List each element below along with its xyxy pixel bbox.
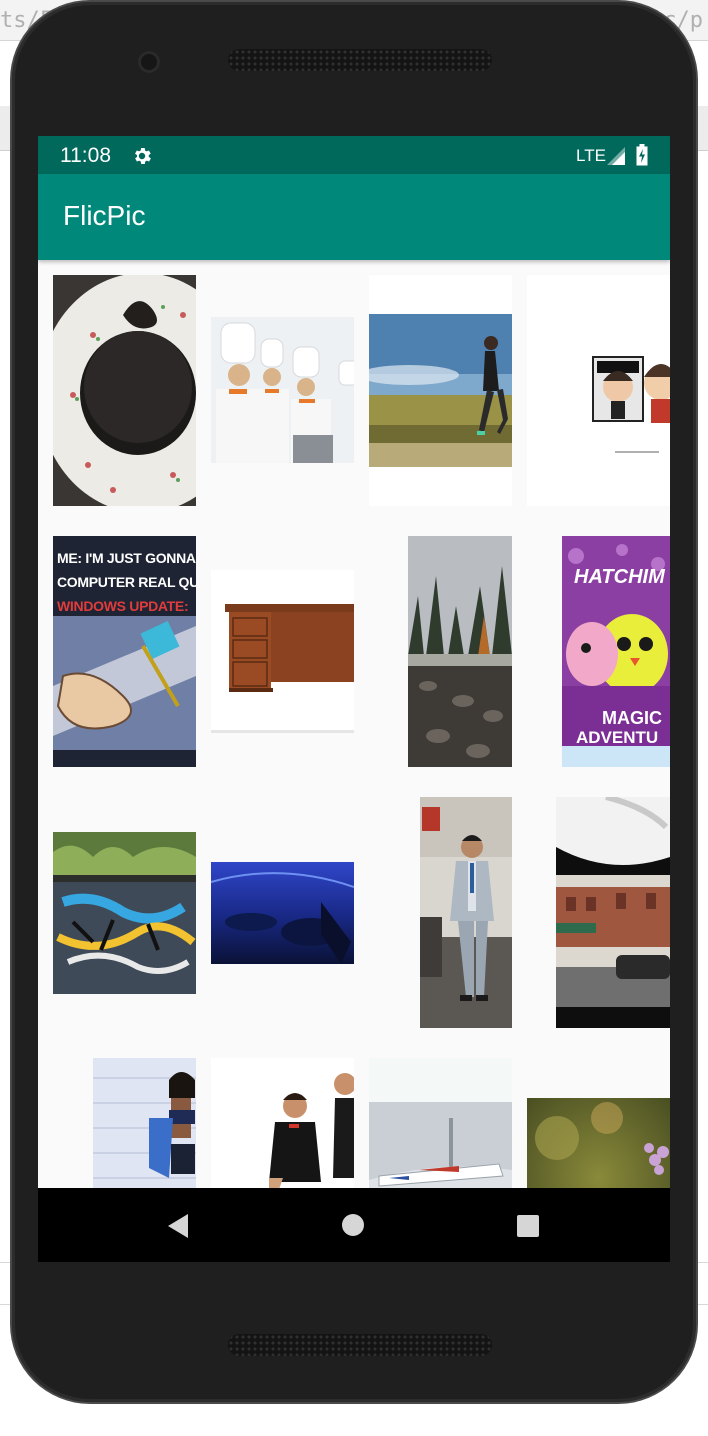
front-camera — [138, 51, 160, 73]
photo-underwater-blue[interactable] — [211, 862, 354, 964]
photo-flower-bokeh[interactable] — [527, 1098, 670, 1188]
photo-grid[interactable]: ME: I'M JUST GONNA COMPUTER REAL QUI WIN… — [38, 260, 670, 1188]
meme-caption-line: COMPUTER REAL QUI — [57, 574, 196, 590]
photo-man-in-suit[interactable] — [420, 797, 512, 1028]
status-time: 11:08 — [60, 144, 111, 167]
photo-hatchimals-book[interactable]: HATCHIM MAGIC ADVENTU — [562, 536, 670, 767]
photo-funko-figures[interactable] — [527, 275, 670, 506]
book-subtitle: MAGIC — [602, 708, 662, 728]
navigation-bar — [38, 1188, 670, 1262]
home-button[interactable] — [342, 1214, 364, 1236]
earpiece-speaker — [228, 49, 492, 71]
app-title: FlicPic — [63, 200, 146, 231]
bottom-speaker — [228, 1334, 492, 1356]
meme-caption-line: ME: I'M JUST GONNA — [57, 550, 196, 566]
network-type: LTE — [576, 146, 606, 165]
photo-chefs[interactable] — [211, 317, 354, 463]
photo-runner[interactable] — [369, 275, 512, 506]
app-bar: FlicPic — [38, 174, 670, 260]
photo-cake-on-plate[interactable] — [53, 275, 196, 506]
back-button[interactable] — [166, 1212, 190, 1240]
photo-airplane[interactable] — [369, 1058, 512, 1188]
battery-icon — [636, 144, 648, 166]
signal-icon — [607, 147, 625, 165]
device-screen: 11:08 LTE FlicPic ME: I'M JUST GONNA COM… — [38, 136, 670, 1262]
status-bar: 11:08 LTE — [38, 136, 670, 174]
photo-forest-river[interactable] — [408, 536, 512, 767]
photo-windows-update-meme[interactable]: ME: I'M JUST GONNA COMPUTER REAL QUI WIN… — [53, 536, 196, 767]
meme-caption-line: WINDOWS UPDATE: — [57, 598, 189, 614]
photo-graffiti[interactable] — [53, 832, 196, 994]
recents-button[interactable] — [517, 1215, 539, 1237]
phone-frame: 11:08 LTE FlicPic ME: I'M JUST GONNA COM… — [12, 2, 696, 1402]
meme-caption: ME: I'M JUST GONNA COMPUTER REAL QUI WIN… — [57, 546, 196, 618]
book-title: HATCHIM — [574, 566, 665, 588]
photo-woman-crop-top[interactable] — [93, 1058, 196, 1188]
book-subtitle: ADVENTU — [576, 728, 659, 747]
gear-icon — [135, 148, 151, 164]
photo-wooden-desk[interactable] — [211, 570, 354, 733]
photo-street-window[interactable] — [556, 797, 670, 1028]
photo-two-people[interactable] — [211, 1058, 354, 1188]
